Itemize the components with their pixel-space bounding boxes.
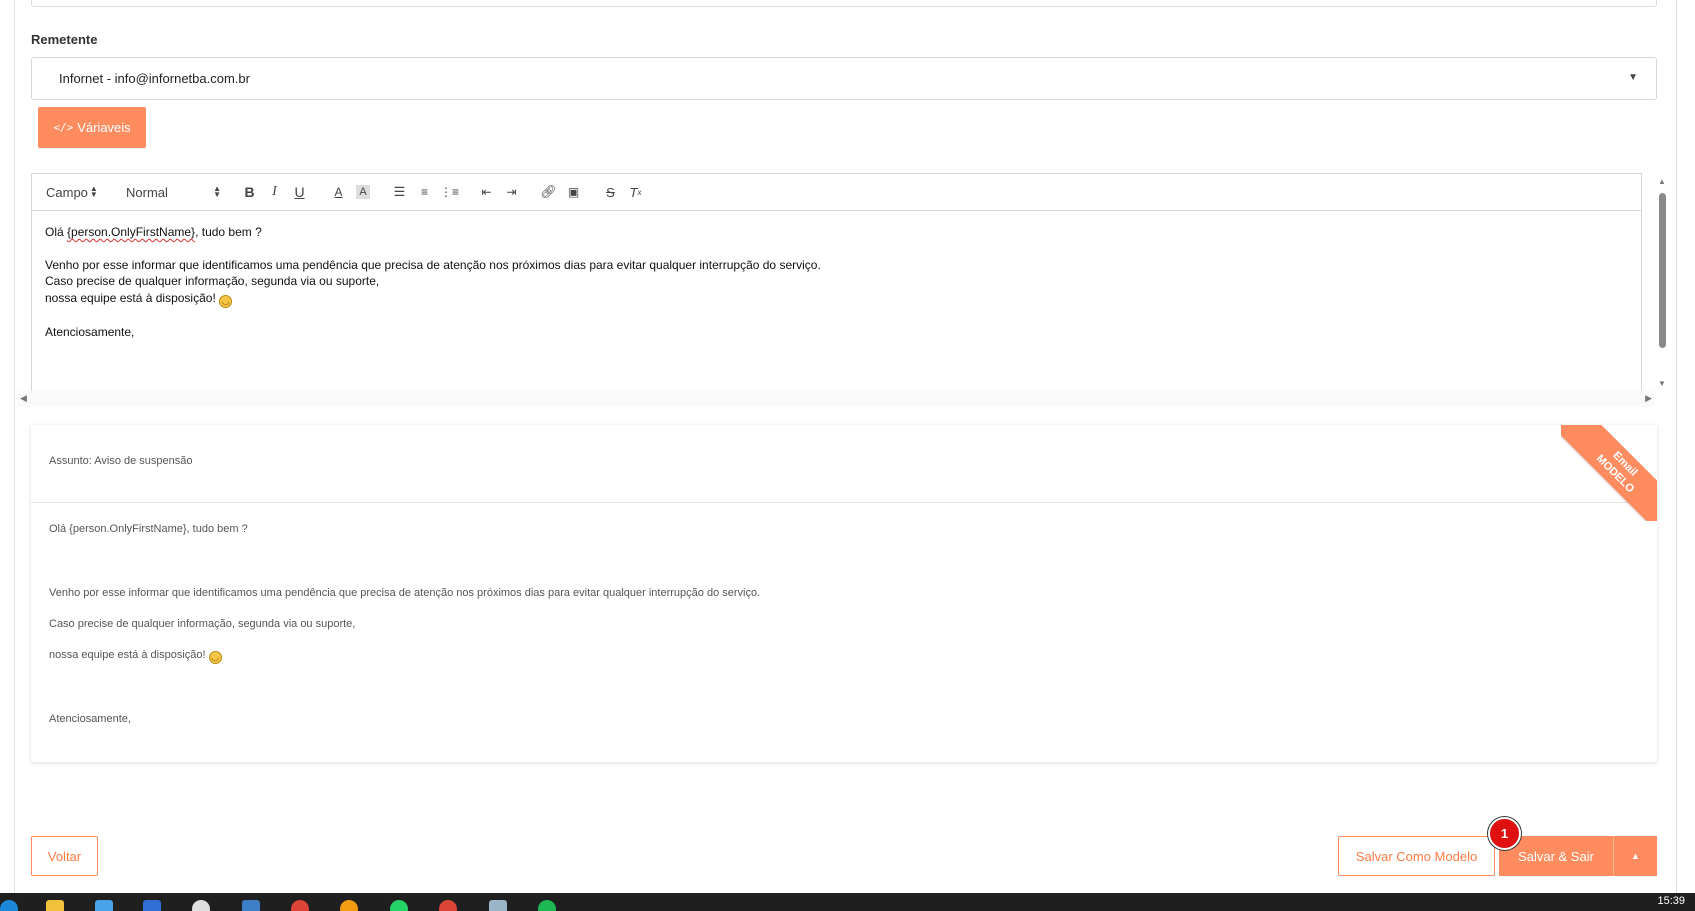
- editor-toolbar: Campo ▲ ▼ Normal ▲ ▼ B I U A A ☰ ≡ ⋮≡ ⇤ ⇥ …: [32, 174, 1641, 211]
- scroll-up-icon[interactable]: ▲: [1658, 177, 1666, 186]
- ribbon-label: Email MODELO: [1561, 425, 1657, 521]
- editor-line: Olá {person.OnlyFirstName}, tudo bem ?: [45, 224, 1641, 241]
- save-as-model-button[interactable]: Salvar Como Modelo: [1338, 836, 1495, 876]
- rich-text-editor[interactable]: Campo ▲ ▼ Normal ▲ ▼ B I U A A ☰ ≡ ⋮≡ ⇤ ⇥ …: [31, 173, 1642, 391]
- field-picker-label: Campo: [46, 184, 88, 200]
- whatsapp-icon[interactable]: [390, 900, 408, 911]
- scrollbar-thumb[interactable]: [1659, 193, 1666, 348]
- sender-select[interactable]: Infornet - info@infornetba.com.br ▼: [31, 57, 1657, 100]
- scroll-left-icon[interactable]: ◀: [20, 393, 27, 404]
- scroll-down-icon[interactable]: ▼: [1658, 379, 1666, 388]
- smiley-emoji-icon: ◡: [219, 294, 233, 308]
- folder-icon[interactable]: [46, 900, 64, 911]
- link-icon[interactable]: 🔗︎: [536, 182, 561, 202]
- editor-line: Atenciosamente,: [45, 324, 135, 339]
- underline-icon[interactable]: U: [287, 182, 312, 202]
- preview-subject: Assunto: Aviso de suspensão: [31, 425, 1657, 503]
- editor-text: , tudo bem ?: [195, 225, 262, 239]
- preview-text: nossa equipe está à disposição!: [49, 649, 209, 661]
- align-icon[interactable]: ☰: [387, 182, 412, 202]
- page: Remetente Infornet - info@infornetba.com…: [0, 0, 1676, 893]
- preview-line: Venho por esse informar que identificamo…: [49, 587, 761, 599]
- ordered-list-icon[interactable]: ≡: [412, 182, 437, 202]
- spotify-icon[interactable]: [538, 900, 556, 911]
- email-preview: Assunto: Aviso de suspensão Email MODELO…: [31, 425, 1657, 762]
- editor-text: nossa equipe está à disposição!: [45, 290, 220, 305]
- preview-line: Olá {person.OnlyFirstName}, tudo bem ?: [49, 523, 248, 535]
- caret-up-icon: ▲: [1631, 851, 1640, 861]
- image-icon[interactable]: ▣: [561, 182, 586, 202]
- bold-icon[interactable]: B: [237, 182, 262, 202]
- updown-icon: ▲ ▼: [89, 184, 98, 199]
- app-icon[interactable]: [143, 900, 161, 911]
- updown-icon: ▲ ▼: [213, 184, 221, 199]
- style-picker-label: Normal: [126, 184, 168, 200]
- editor-variable: {person.OnlyFirstName}: [67, 225, 196, 239]
- editor-text: Olá: [45, 225, 68, 239]
- scroll-right-icon[interactable]: ▶: [1645, 393, 1652, 404]
- style-picker[interactable]: Normal ▲ ▼: [126, 185, 221, 200]
- clear-format-icon[interactable]: Tx: [623, 182, 648, 202]
- page-scrollbar[interactable]: [1676, 0, 1695, 893]
- editor-horizontal-scrollbar[interactable]: ◀ ▶: [18, 391, 1654, 407]
- model-ribbon: Email MODELO: [1561, 425, 1657, 521]
- back-button[interactable]: Voltar: [31, 836, 98, 876]
- indent-icon[interactable]: ⇥: [499, 182, 524, 202]
- calculator-icon[interactable]: [242, 900, 260, 911]
- left-divider: [14, 0, 15, 893]
- field-picker[interactable]: Campo ▲ ▼: [46, 185, 116, 200]
- preview-body: Olá {person.OnlyFirstName}, tudo bem ? V…: [31, 503, 1657, 729]
- preview-line: Caso precise de qualquer informação, seg…: [49, 618, 356, 630]
- sender-select-value: Infornet - info@infornetba.com.br: [59, 71, 250, 86]
- editor-line: Venho por esse informar que identificamo…: [45, 257, 821, 272]
- app-icon[interactable]: [489, 900, 507, 911]
- step-badge: 1: [1488, 817, 1521, 850]
- app-icon[interactable]: [192, 900, 210, 911]
- dropdown-arrow-icon: ▼: [1628, 72, 1638, 83]
- app-icon[interactable]: [340, 900, 358, 911]
- outdent-icon[interactable]: ⇤: [474, 182, 499, 202]
- code-icon: </>: [53, 121, 74, 134]
- preview-line: Atenciosamente,: [49, 713, 131, 725]
- previous-field-edge[interactable]: [31, 0, 1657, 7]
- editor-line: Caso precise de qualquer informação, seg…: [45, 274, 380, 288]
- chrome-icon[interactable]: [291, 900, 309, 911]
- text-color-icon[interactable]: A: [326, 182, 351, 202]
- editor-content[interactable]: Olá {person.OnlyFirstName}, tudo bem ? V…: [32, 211, 1641, 340]
- taskbar-clock: 15:39: [1657, 895, 1685, 907]
- italic-icon[interactable]: I: [262, 182, 287, 202]
- start-icon[interactable]: [0, 900, 18, 911]
- chrome-icon[interactable]: [439, 900, 457, 911]
- editor-vertical-scrollbar[interactable]: ▲ ▼: [1655, 175, 1669, 390]
- variables-button-label: Váriaveis: [77, 120, 131, 135]
- preview-line: nossa equipe está à disposição! ◡: [49, 649, 1657, 665]
- editor-line: nossa equipe está à disposição! ◡: [45, 290, 1641, 308]
- app-icon[interactable]: [95, 900, 113, 911]
- background-color-icon[interactable]: A: [356, 185, 370, 199]
- taskbar: 15:39: [0, 893, 1695, 911]
- smiley-emoji-icon: ◡: [208, 651, 222, 664]
- bullet-list-icon[interactable]: ⋮≡: [437, 182, 462, 202]
- sender-label: Remetente: [31, 32, 98, 47]
- variables-button[interactable]: </> Váriaveis: [38, 107, 146, 148]
- save-options-dropdown[interactable]: ▲: [1613, 836, 1657, 876]
- strikethrough-icon[interactable]: S: [598, 182, 623, 202]
